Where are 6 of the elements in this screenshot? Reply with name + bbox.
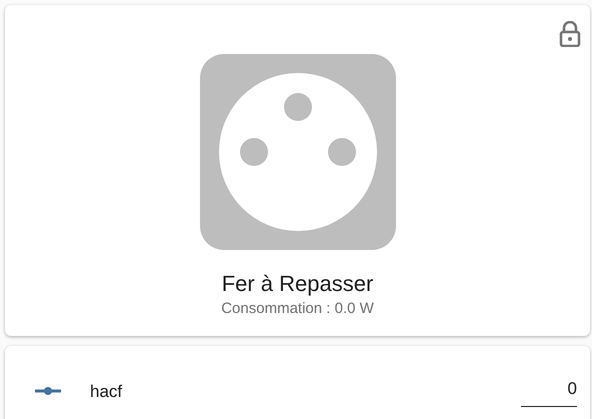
number-field[interactable]: 0: [521, 376, 577, 406]
device-state: Consommation : 0.0 W: [221, 301, 374, 316]
lock-icon[interactable]: [559, 21, 581, 47]
device-name: Fer à Repasser: [222, 273, 374, 295]
slider-icon: [35, 387, 61, 396]
entity-name: hacf: [90, 380, 122, 402]
